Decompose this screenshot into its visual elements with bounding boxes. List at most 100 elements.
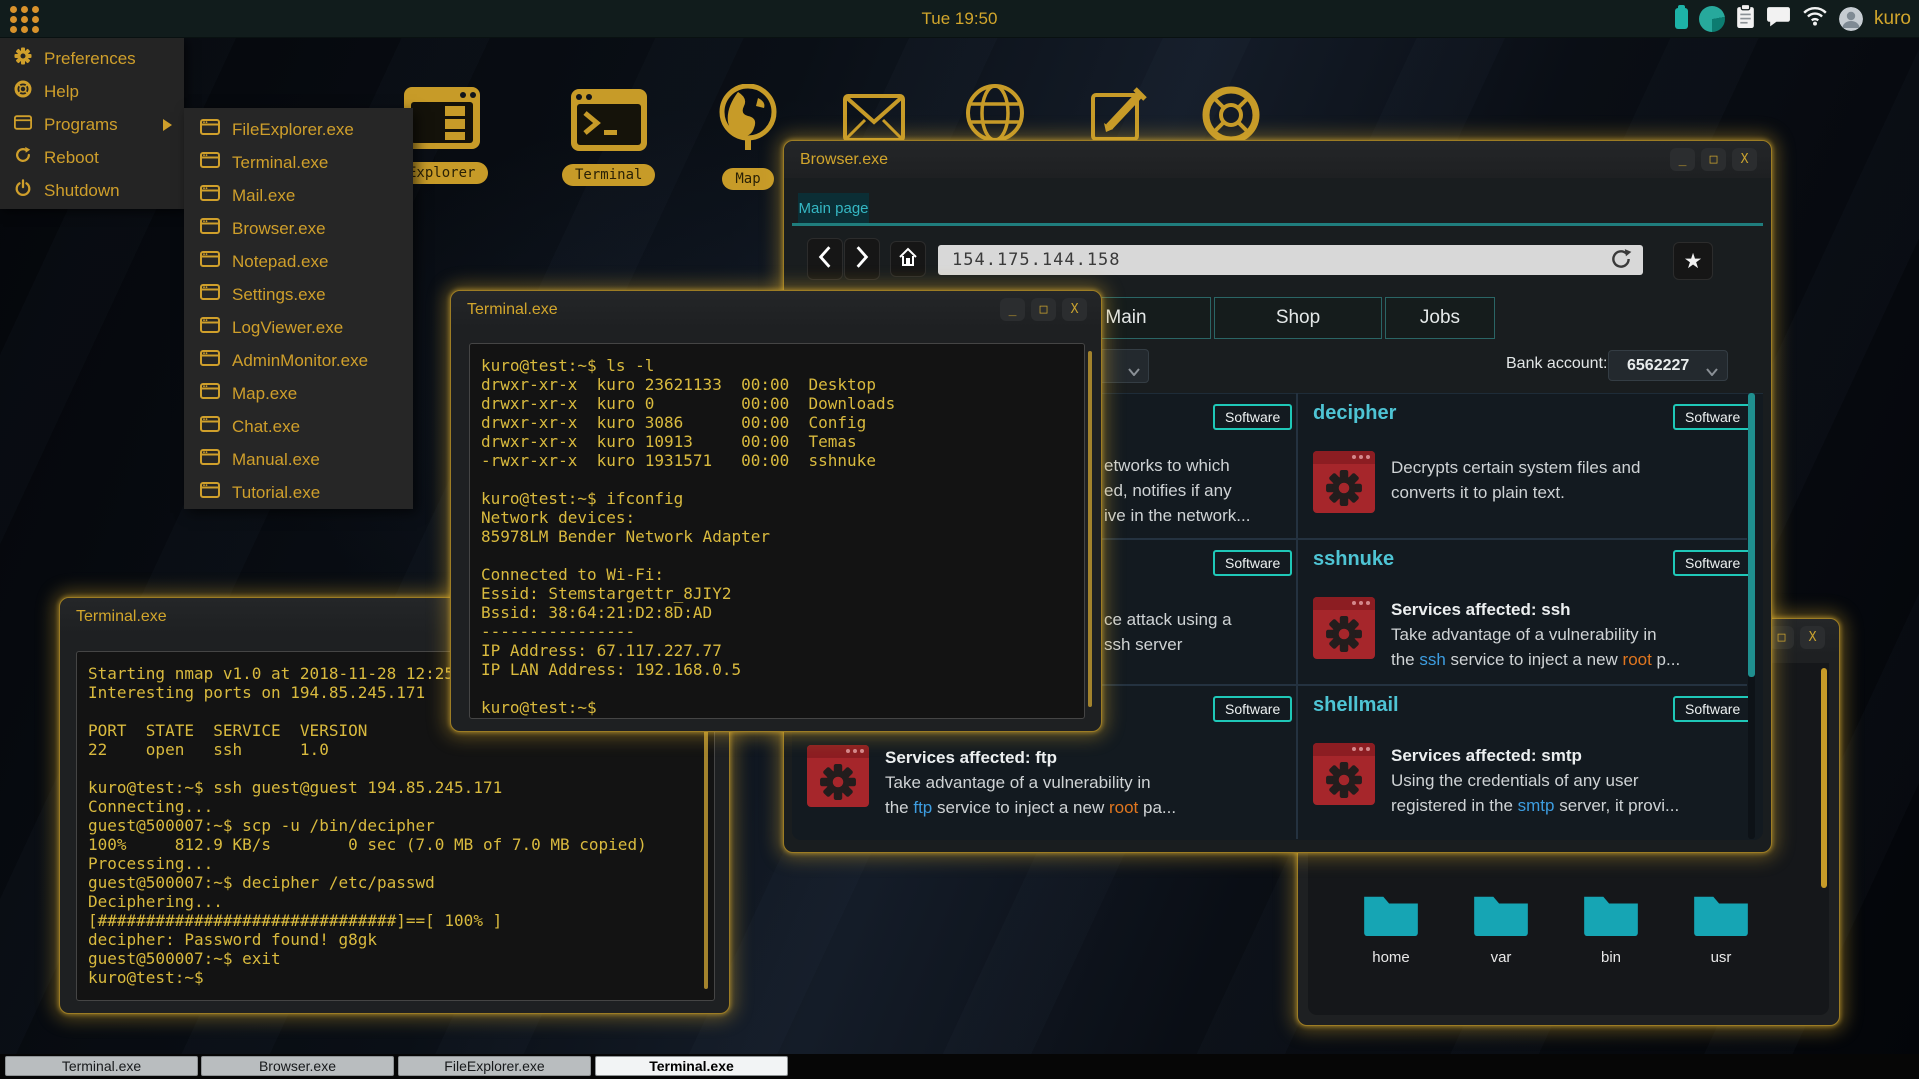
terminal-window-center: Terminal.exe _ □ X kuro@test:~$ ls -l dr… xyxy=(450,290,1102,732)
clipboard-icon[interactable] xyxy=(1736,3,1755,34)
menu-item-preferences[interactable]: Preferences xyxy=(0,42,184,75)
folder-bin[interactable]: bin xyxy=(1569,891,1653,966)
user-avatar[interactable] xyxy=(1839,6,1864,31)
life-ring-icon xyxy=(14,80,32,103)
software-badge: Software xyxy=(1213,550,1293,576)
map-globe-icon xyxy=(718,83,778,161)
back-button[interactable] xyxy=(807,238,843,280)
desktop-icon-map[interactable]: Map xyxy=(718,83,778,190)
terminal-output: kuro@test:~$ ls -l drwxr-xr-x kuro 23621… xyxy=(481,356,896,717)
card-description: Services affected: smtp Using the creden… xyxy=(1391,746,1680,815)
close-button[interactable]: X xyxy=(1800,626,1825,649)
menu-item-help[interactable]: Help xyxy=(0,75,184,108)
window-icon xyxy=(200,152,220,173)
menu-item-shutdown[interactable]: Shutdown xyxy=(0,174,184,207)
software-app-icon xyxy=(1313,451,1375,513)
battery-icon xyxy=(1675,5,1689,29)
folder-var[interactable]: var xyxy=(1459,891,1543,966)
software-badge: Software xyxy=(1213,404,1293,430)
software-badge: Software xyxy=(1673,696,1753,722)
browser-scrollbar-thumb[interactable] xyxy=(1748,393,1755,677)
submenu-item-terminal[interactable]: Terminal.exe xyxy=(184,146,413,179)
fileexplorer-scrollbar[interactable] xyxy=(1821,668,1827,888)
submenu-item-notepad[interactable]: Notepad.exe xyxy=(184,245,413,278)
submenu-item-fileexplorer[interactable]: FileExplorer.exe xyxy=(184,113,413,146)
forward-button[interactable] xyxy=(844,238,880,280)
taskbar-item-terminal-1[interactable]: Terminal.exe xyxy=(5,1056,198,1076)
taskbar: Terminal.exe Browser.exe FileExplorer.ex… xyxy=(0,1054,1919,1079)
window-icon xyxy=(200,416,220,437)
maximize-button[interactable]: □ xyxy=(1769,626,1794,649)
desktop-icon-browser-globe[interactable] xyxy=(965,83,1025,148)
close-button[interactable]: X xyxy=(1062,298,1087,321)
submenu-item-logviewer[interactable]: LogViewer.exe xyxy=(184,311,413,344)
taskbar-item-terminal-2[interactable]: Terminal.exe xyxy=(595,1056,788,1076)
browser-titlebar[interactable]: Browser.exe xyxy=(784,141,1771,178)
minimize-button[interactable]: _ xyxy=(1670,148,1695,171)
url-input[interactable] xyxy=(938,245,1643,275)
menu-label: Preferences xyxy=(44,48,136,68)
software-badge: Software xyxy=(1673,404,1753,430)
chat-icon[interactable] xyxy=(1766,6,1791,32)
submenu-label: LogViewer.exe xyxy=(232,317,344,337)
clock: Tue 19:50 xyxy=(921,8,998,28)
submenu-label: Browser.exe xyxy=(232,218,326,238)
close-button[interactable]: X xyxy=(1732,148,1757,171)
menu-item-reboot[interactable]: Reboot xyxy=(0,141,184,174)
menu-label: Programs xyxy=(44,114,118,134)
desktop-icon-notepad[interactable] xyxy=(1089,83,1149,148)
window-icon xyxy=(200,350,220,371)
folder-label: bin xyxy=(1600,949,1622,966)
home-icon xyxy=(897,246,919,273)
card-description: etworks to which ed, notifies if any ive i… xyxy=(1104,456,1251,525)
submenu-label: Terminal.exe xyxy=(232,152,329,172)
submenu-item-settings[interactable]: Settings.exe xyxy=(184,278,413,311)
username[interactable]: kuro xyxy=(1874,8,1911,30)
folder-icon xyxy=(1582,891,1640,941)
submenu-item-adminmonitor[interactable]: AdminMonitor.exe xyxy=(184,344,413,377)
desktop-icon-terminal[interactable]: Terminal xyxy=(562,88,656,186)
bank-account-value: 6562227 xyxy=(1627,356,1690,374)
window-icon xyxy=(200,383,220,404)
software-app-icon xyxy=(1313,597,1375,659)
card-title: sshnuke xyxy=(1313,548,1395,570)
refresh-icon[interactable] xyxy=(1609,247,1633,276)
window-title: Terminal.exe xyxy=(467,300,558,318)
submenu-item-mail[interactable]: Mail.exe xyxy=(184,179,413,212)
bookmark-star-button[interactable]: ★ xyxy=(1673,242,1713,280)
power-icon xyxy=(14,179,32,202)
site-tab-jobs[interactable]: Jobs xyxy=(1385,297,1495,339)
maximize-button[interactable]: □ xyxy=(1701,148,1726,171)
taskbar-item-fileexplorer[interactable]: FileExplorer.exe xyxy=(398,1056,591,1076)
window-icon xyxy=(200,317,220,338)
disk-usage-icon xyxy=(1699,5,1726,32)
submenu-item-chat[interactable]: Chat.exe xyxy=(184,410,413,443)
folder-icon xyxy=(1472,891,1530,941)
taskbar-item-browser[interactable]: Browser.exe xyxy=(201,1056,394,1076)
software-card-decipher[interactable]: decipher Software Decrypts certain syste… xyxy=(1298,393,1753,538)
submenu-item-manual[interactable]: Manual.exe xyxy=(184,443,413,476)
maximize-button[interactable]: □ xyxy=(1031,298,1056,321)
home-button[interactable] xyxy=(890,241,926,277)
menu-item-programs[interactable]: Programs xyxy=(0,108,184,141)
chevron-right-icon xyxy=(854,245,870,274)
software-badge: Software xyxy=(1673,550,1753,576)
software-card-shellmail[interactable]: shellmail Software Services affected: sm… xyxy=(1298,685,1753,830)
window-icon xyxy=(14,114,32,135)
terminal-scrollbar[interactable] xyxy=(1088,351,1092,707)
menu-label: Help xyxy=(44,81,79,101)
submenu-item-tutorial[interactable]: Tutorial.exe xyxy=(184,476,413,509)
browser-page-tab[interactable]: Main page xyxy=(798,193,869,223)
folder-usr[interactable]: usr xyxy=(1679,891,1763,966)
minimize-button[interactable]: _ xyxy=(1000,298,1025,321)
chevron-down-icon xyxy=(1706,363,1718,381)
submenu-item-map[interactable]: Map.exe xyxy=(184,377,413,410)
window-icon xyxy=(200,119,220,140)
wifi-icon[interactable] xyxy=(1802,6,1828,31)
software-card-sshnuke[interactable]: sshnuke Software Services affected: ssh … xyxy=(1298,539,1753,684)
site-tab-shop[interactable]: Shop xyxy=(1214,297,1382,339)
programs-submenu: FileExplorer.exe Terminal.exe Mail.exe B… xyxy=(184,108,413,509)
submenu-item-browser[interactable]: Browser.exe xyxy=(184,212,413,245)
folder-home[interactable]: home xyxy=(1349,891,1433,966)
bank-account-select[interactable]: 6562227 xyxy=(1608,350,1728,381)
